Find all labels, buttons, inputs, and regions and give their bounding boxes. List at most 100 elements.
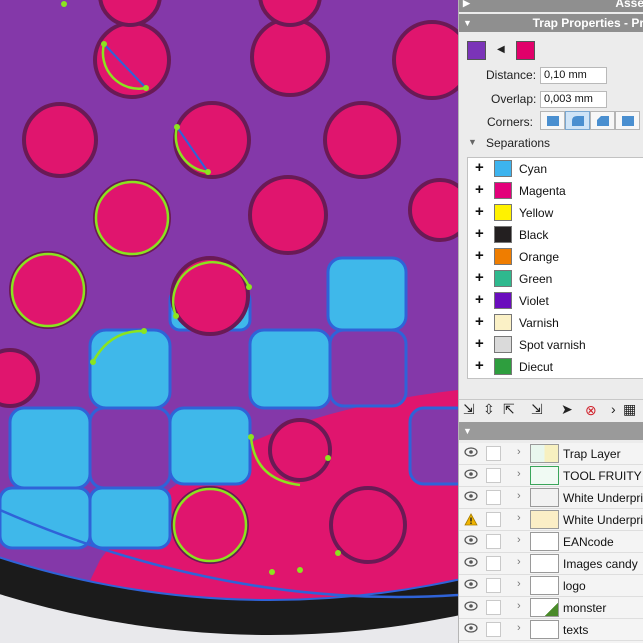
layer-row[interactable]: › TOOL FRUITY B [459,465,643,487]
lock-toggle[interactable] [486,512,501,527]
trap-properties-header[interactable]: ▼ Trap Properties - Pr [459,14,643,32]
eye-icon[interactable] [464,623,478,633]
layer-name: monster [563,601,607,615]
separation-row[interactable]: + Spot varnish [468,334,643,356]
chevron-right-icon[interactable]: › [517,622,521,634]
collapse-triangle-icon[interactable]: ▼ [463,14,472,32]
plus-icon[interactable]: + [475,204,484,220]
overlap-input[interactable]: 0,003 mm [540,91,607,108]
chevron-right-icon[interactable]: › [517,534,521,546]
trap-color-b-swatch[interactable] [516,41,535,60]
lock-toggle[interactable] [486,622,501,637]
plus-icon[interactable]: + [475,270,484,286]
layer-thumbnail [530,598,559,617]
chevron-right-icon[interactable]: › [517,490,521,502]
trap-merge-icon[interactable]: ⇱ [503,401,515,418]
trap-direction-arrow-icon[interactable]: ◀ [497,44,505,55]
separation-row[interactable]: + Green [468,268,643,290]
plus-icon[interactable]: + [475,182,484,198]
layer-thumbnail [530,576,559,595]
separation-name: Violet [519,294,549,308]
layer-row[interactable]: › White Underpri [459,487,643,509]
layer-row[interactable]: › EANcode [459,531,643,553]
separation-row[interactable]: + Varnish [468,312,643,334]
chevron-right-icon[interactable]: › [517,600,521,612]
eye-icon[interactable] [464,491,478,501]
plus-icon[interactable]: + [475,336,484,352]
corner-bevel-button[interactable] [590,111,615,130]
layer-row[interactable]: › Trap Layer [459,443,643,465]
trap-tool-icon[interactable]: ⇲ [463,401,475,418]
separation-row[interactable]: + Orange [468,246,643,268]
trap-split-icon[interactable]: ⇳ [483,401,495,418]
layer-thumbnail [530,554,559,573]
chevron-right-icon[interactable]: › [517,556,521,568]
chevron-right-icon[interactable]: › [517,578,521,590]
trap-layout-icon[interactable]: ▦ [623,401,636,418]
corner-extra-icon [622,116,634,126]
eye-icon[interactable] [464,469,478,479]
plus-icon[interactable]: + [475,292,484,308]
separation-row[interactable]: + Black [468,224,643,246]
layer-thumbnail [530,444,559,463]
separation-name: Diecut [519,360,554,374]
corner-round-button[interactable] [565,111,590,130]
chevron-right-icon[interactable]: › [517,446,521,458]
separation-name: Varnish [519,316,559,330]
lock-toggle[interactable] [486,556,501,571]
layer-row[interactable]: › texts [459,619,643,641]
layer-row[interactable]: › White Underpri [459,509,643,531]
artwork-canvas[interactable] [0,0,458,643]
collapse-triangle-icon[interactable]: ▼ [463,422,472,440]
layer-row[interactable]: › logo [459,575,643,597]
plus-icon[interactable]: + [475,314,484,330]
trap-pointer-icon[interactable]: ➤ [561,401,573,418]
layer-name: White Underpri [563,513,643,527]
separation-swatch [494,182,512,199]
lock-toggle[interactable] [486,468,501,483]
separation-row[interactable]: + Cyan [468,158,643,180]
lock-toggle[interactable] [486,446,501,461]
separations-list[interactable]: + Cyan + Magenta + Yellow + Black + Orange + G… [467,157,643,379]
plus-icon[interactable]: + [475,358,484,374]
layers-panel-header[interactable]: ▼ [459,422,643,440]
distance-input[interactable]: 0,10 mm [540,67,607,84]
plus-icon[interactable]: + [475,226,484,242]
separation-row[interactable]: + Violet [468,290,643,312]
layers-list[interactable]: › Trap Layer › TOOL FRUITY B › White Und… [459,443,643,643]
trap-toolbar: ⇲ ⇳ ⇱ ⇲ ➤ ⊗ › ▦ [459,399,643,423]
layer-row[interactable]: › Images candy [459,553,643,575]
layer-name: logo [563,579,586,593]
lock-toggle[interactable] [486,534,501,549]
chevron-right-icon[interactable]: › [517,468,521,480]
corner-extra-button[interactable] [615,111,640,130]
corner-miter-button[interactable] [540,111,565,130]
eye-icon[interactable] [464,579,478,589]
assets-panel-header[interactable]: ▶ Asse [459,0,643,12]
separation-swatch [494,314,512,331]
layer-thumbnail [530,620,559,639]
separation-row[interactable]: + Magenta [468,180,643,202]
lock-toggle[interactable] [486,600,501,615]
separations-collapse-icon[interactable]: ▼ [468,137,477,147]
lock-toggle[interactable] [486,490,501,505]
trap-next-icon[interactable]: › [611,401,616,417]
separation-row[interactable]: + Yellow [468,202,643,224]
warning-icon[interactable] [464,513,478,526]
plus-icon[interactable]: + [475,248,484,264]
eye-icon[interactable] [464,601,478,611]
eye-icon[interactable] [464,447,478,457]
eye-icon[interactable] [464,535,478,545]
chevron-right-icon[interactable]: › [517,512,521,524]
separation-name: Black [519,228,549,242]
separation-row[interactable]: + Diecut [468,356,643,378]
plus-icon[interactable]: + [475,160,484,176]
trap-color-a-swatch[interactable] [467,41,486,60]
corner-round-icon [572,116,584,126]
separation-name: Cyan [519,162,548,176]
lock-toggle[interactable] [486,578,501,593]
trap-select-icon[interactable]: ⇲ [531,401,543,418]
expand-triangle-icon[interactable]: ▶ [463,0,470,12]
eye-icon[interactable] [464,557,478,567]
layer-row[interactable]: › monster [459,597,643,619]
